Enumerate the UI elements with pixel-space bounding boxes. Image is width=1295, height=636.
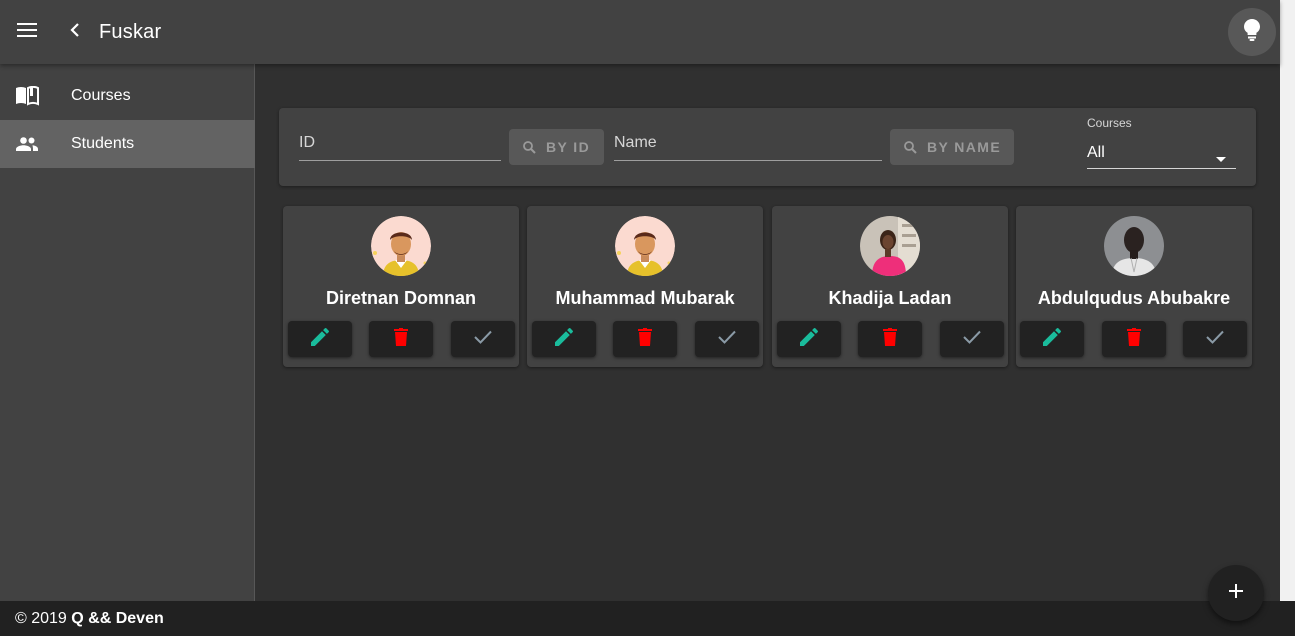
sidebar-item-label: Students [71,135,135,152]
sidebar: Courses Students [0,64,255,601]
sidebar-item-students[interactable]: Students [0,120,255,168]
search-by-name-button[interactable]: BY NAME [890,129,1014,165]
search-by-id-button[interactable]: BY ID [509,129,604,165]
copyright-text: © 2019 [15,610,67,627]
pencil-icon [800,327,818,351]
chevron-left-icon [70,22,80,42]
id-input[interactable] [299,128,501,158]
avatar [860,216,920,276]
avatar [371,216,431,276]
pencil-icon [311,327,329,351]
app-bar: Fuskar [0,0,1280,64]
trash-icon [1127,327,1141,351]
trash-icon [394,327,408,351]
footer-authors: Q && Deven [71,610,164,627]
pencil-icon [555,327,573,351]
courses-select-value: All [1087,144,1105,161]
student-name: Diretnan Domnan [325,288,476,308]
name-input[interactable] [614,128,882,158]
approve-button[interactable] [695,321,759,357]
check-icon [1206,330,1224,349]
check-icon [718,330,736,349]
approve-button[interactable] [940,321,1004,357]
trash-icon [638,327,652,351]
scrollbar-track[interactable] [1280,0,1295,601]
avatar [615,216,675,276]
approve-button[interactable] [451,321,515,357]
student-name: Khadija Ladan [828,288,952,308]
check-icon [474,330,492,349]
add-student-button[interactable] [1208,565,1264,621]
search-icon [904,140,917,154]
student-card: Abdulqudus Abubakre [1016,206,1252,367]
search-icon [523,140,536,154]
courses-select-label: Courses [1087,116,1132,130]
theme-toggle-button[interactable] [1228,8,1276,56]
people-icon [15,132,39,156]
plus-icon [1229,583,1243,603]
check-icon [963,330,981,349]
sidebar-item-courses[interactable]: Courses [0,72,255,120]
student-card: Khadija Ladan [772,206,1008,367]
id-field [299,128,501,161]
app-title: Fuskar [99,21,162,43]
lightbulb-icon [1244,18,1260,46]
back-button[interactable] [60,16,90,48]
courses-dropdown[interactable]: All [1087,132,1236,169]
search-by-name-label: BY NAME [927,139,1002,155]
menu-icon [17,22,37,42]
edit-button[interactable] [777,321,841,357]
search-by-id-label: BY ID [546,139,591,155]
footer: © 2019 Q && Deven [0,601,1295,636]
name-field [614,128,882,161]
sidebar-item-label: Courses [71,87,131,104]
edit-button[interactable] [288,321,352,357]
student-card: Muhammad Mubarak [527,206,763,367]
delete-button[interactable] [613,321,677,357]
edit-button[interactable] [1020,321,1084,357]
avatar [1104,216,1164,276]
delete-button[interactable] [1102,321,1166,357]
dropdown-arrow-icon [1216,149,1226,167]
delete-button[interactable] [369,321,433,357]
delete-button[interactable] [858,321,922,357]
student-name: Abdulqudus Abubakre [1037,288,1231,308]
book-icon [15,84,39,108]
student-name: Muhammad Mubarak [555,288,735,308]
trash-icon [883,327,897,351]
menu-button[interactable] [7,12,47,52]
filter-panel: BY ID BY NAME Courses All [279,108,1256,186]
courses-select: Courses All [1087,116,1236,169]
approve-button[interactable] [1183,321,1247,357]
pencil-icon [1043,327,1061,351]
edit-button[interactable] [532,321,596,357]
student-card: Diretnan Domnan [283,206,519,367]
